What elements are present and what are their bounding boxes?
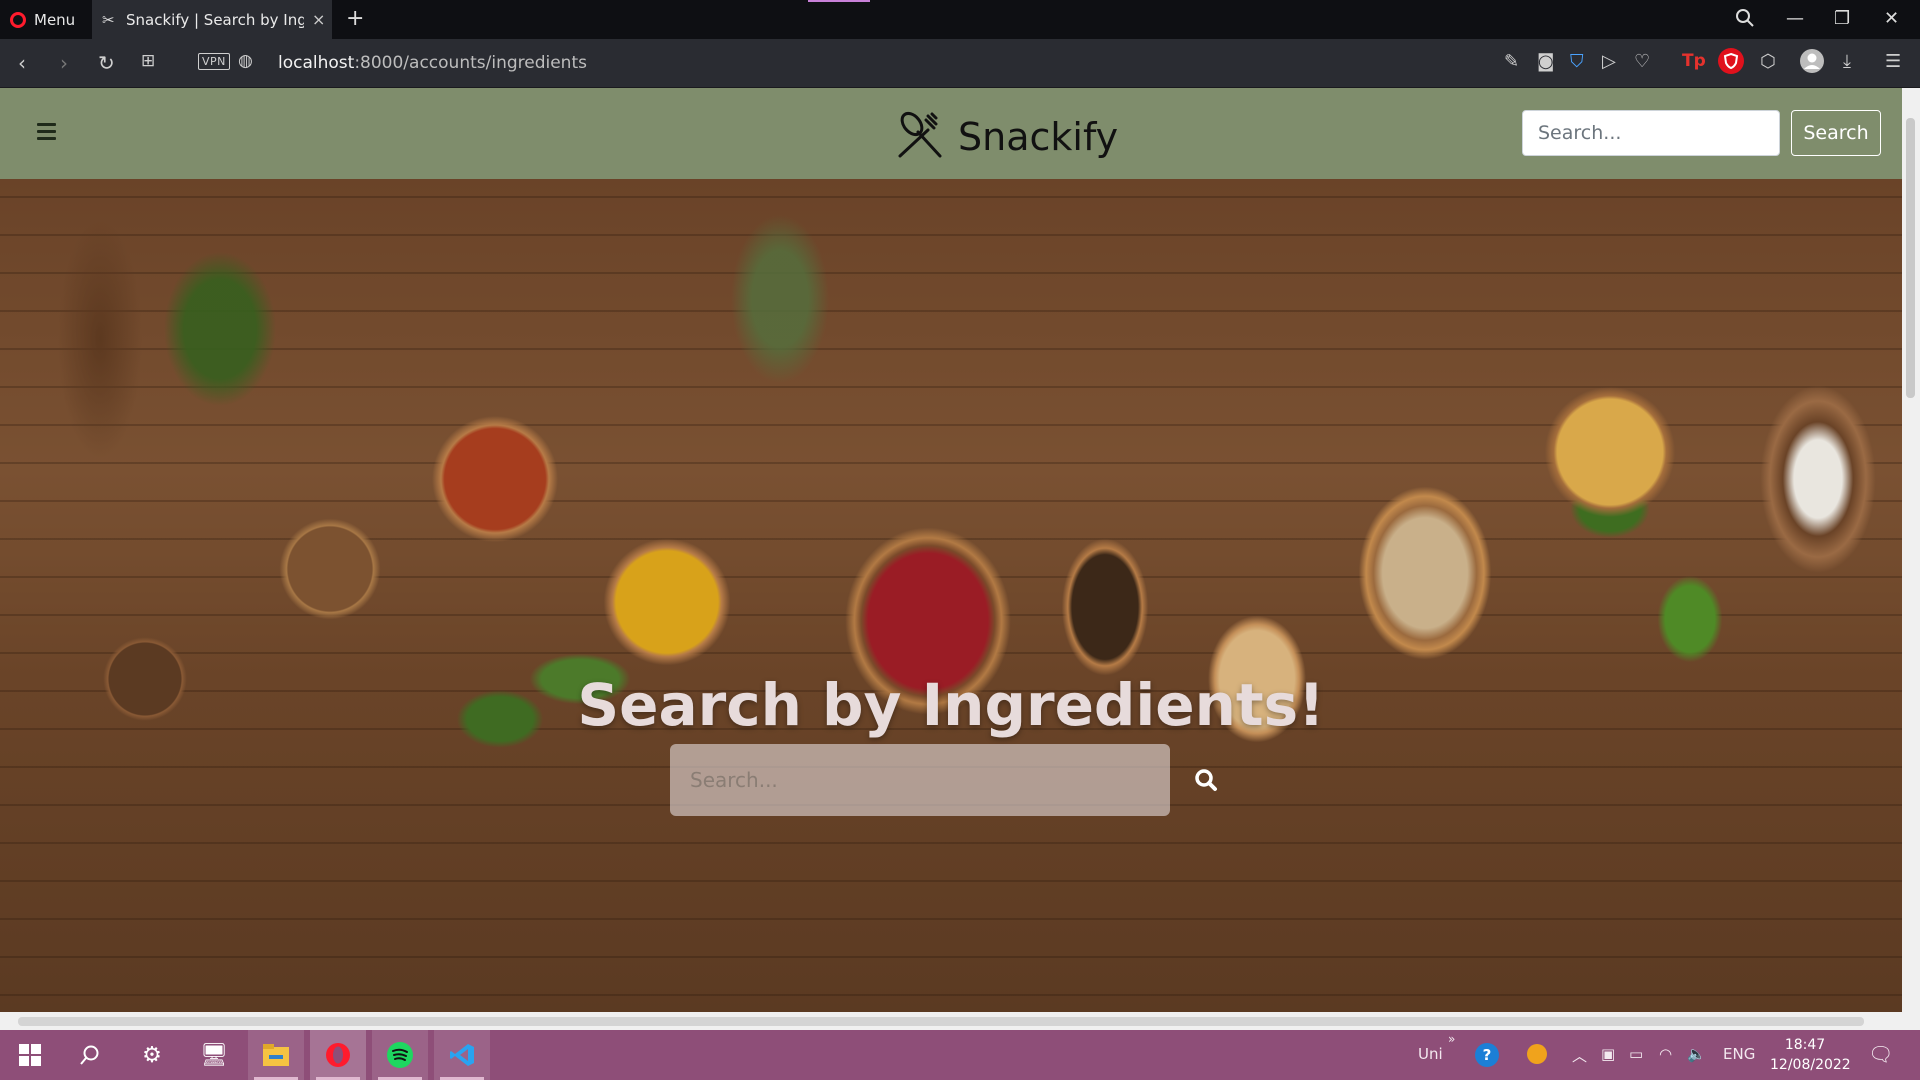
- windows-start-icon[interactable]: [2, 1030, 58, 1080]
- speed-dial-icon[interactable]: ⊞: [141, 51, 155, 71]
- clock-date: 12/08/2022: [1770, 1057, 1851, 1073]
- tab-strip-accent: [808, 0, 870, 2]
- wifi-icon[interactable]: ◠: [1659, 1045, 1672, 1063]
- restore-icon[interactable]: ❐: [1834, 8, 1850, 29]
- browser-tab-strip: Menu ✂ Snackify | Search by Ingredients …: [0, 0, 1920, 39]
- send-icon[interactable]: ▷: [1602, 51, 1616, 72]
- vertical-scrollbar[interactable]: [1902, 88, 1920, 1012]
- brand-name: Snackify: [958, 115, 1119, 159]
- vscode-icon[interactable]: [434, 1030, 490, 1080]
- volume-icon[interactable]: 🔈: [1687, 1045, 1706, 1063]
- new-tab-icon[interactable]: +: [346, 6, 364, 31]
- browser-tab-active[interactable]: ✂ Snackify | Search by Ingredients ×: [92, 0, 332, 39]
- easy-setup-icon[interactable]: ☰: [1885, 51, 1901, 72]
- reload-icon[interactable]: ↻: [98, 51, 115, 75]
- search-icon: [1195, 769, 1217, 791]
- tray-uni-label[interactable]: Uni: [1418, 1045, 1443, 1063]
- edit-icon[interactable]: ✎: [1504, 51, 1519, 72]
- windows-taskbar: ⚙ 🖥 Uni » ? ︿ ▣ ▭ ◠ 🔈 ENG 18:47 12/08/20…: [0, 1030, 1920, 1080]
- browser-menu-button[interactable]: Menu: [10, 9, 75, 31]
- shield-check-icon[interactable]: ⛉: [1570, 51, 1584, 72]
- minimize-icon[interactable]: —: [1786, 8, 1804, 29]
- tab-search-icon[interactable]: [1735, 8, 1755, 32]
- heart-icon[interactable]: ♡: [1634, 51, 1650, 72]
- tp-extension-icon[interactable]: Tp: [1682, 51, 1706, 71]
- url-path: :8000/accounts/ingredients: [354, 53, 587, 73]
- taskbar-search-icon[interactable]: [62, 1030, 118, 1080]
- ingredient-search-input[interactable]: [670, 744, 1170, 816]
- spotify-icon[interactable]: [372, 1030, 428, 1080]
- adblock-icon[interactable]: [1717, 47, 1745, 80]
- svg-text:?: ?: [1483, 1046, 1492, 1064]
- meet-now-icon[interactable]: ▣: [1601, 1045, 1615, 1063]
- url-host: localhost: [278, 53, 355, 73]
- forward-icon[interactable]: ›: [60, 51, 68, 75]
- show-hidden-icons-icon[interactable]: ︿: [1572, 1045, 1587, 1066]
- url-field[interactable]: localhost:8000/accounts/ingredients: [278, 53, 587, 73]
- profile-avatar-icon[interactable]: [1799, 48, 1825, 79]
- tab-title: Snackify | Search by Ingredients: [126, 10, 304, 29]
- site-info-icon[interactable]: ◍: [238, 51, 253, 71]
- battery-icon[interactable]: ▭: [1629, 1045, 1643, 1063]
- opera-logo-icon: [10, 12, 26, 28]
- language-indicator[interactable]: ENG: [1723, 1045, 1755, 1063]
- browser-menu-label: Menu: [34, 11, 76, 29]
- vpn-badge[interactable]: VPN: [198, 53, 230, 70]
- help-question-icon[interactable]: ?: [1474, 1042, 1500, 1072]
- brand[interactable]: Snackify: [892, 108, 1118, 166]
- clock-time: 18:47: [1784, 1037, 1826, 1053]
- snackify-logo-icon: [892, 108, 948, 166]
- snapshot-icon[interactable]: ◙: [1537, 51, 1554, 72]
- horizontal-scrollbar[interactable]: [0, 1012, 1920, 1030]
- settings-gear-icon[interactable]: ⚙: [124, 1030, 180, 1080]
- file-explorer-icon[interactable]: [248, 1030, 304, 1080]
- tab-close-icon[interactable]: ×: [312, 10, 325, 29]
- hero-spices-background: [0, 179, 1902, 1012]
- ingredient-search-button[interactable]: [1190, 764, 1224, 798]
- back-icon[interactable]: ‹: [18, 51, 26, 75]
- hamburger-menu-icon[interactable]: [37, 123, 56, 144]
- cube-extension-icon[interactable]: ⬡: [1760, 51, 1776, 72]
- tray-overflow-chevron-icon[interactable]: »: [1448, 1032, 1455, 1046]
- hero-title: Search by Ingredients!: [577, 671, 1325, 739]
- snackify-favicon-icon: ✂: [102, 10, 115, 29]
- page-viewport: Snackify Search Search by Ingredients!: [0, 88, 1902, 1012]
- clock[interactable]: 18:47 12/08/2022: [1770, 1035, 1851, 1075]
- notifications-icon[interactable]: 🗨: [1868, 1042, 1893, 1066]
- download-icon[interactable]: ⤓: [1843, 51, 1851, 72]
- orange-status-icon[interactable]: [1526, 1042, 1550, 1070]
- address-bar: ‹ › ↻ ⊞ VPN ◍ localhost:8000/accounts/in…: [0, 39, 1920, 88]
- navbar-search-input[interactable]: [1522, 110, 1780, 156]
- site-navbar: Snackify Search: [0, 88, 1902, 179]
- close-window-icon[interactable]: ✕: [1884, 8, 1899, 29]
- navbar-search-button[interactable]: Search: [1791, 110, 1881, 156]
- remote-desktop-icon[interactable]: 🖥: [186, 1030, 242, 1080]
- opera-browser-icon[interactable]: [310, 1030, 366, 1080]
